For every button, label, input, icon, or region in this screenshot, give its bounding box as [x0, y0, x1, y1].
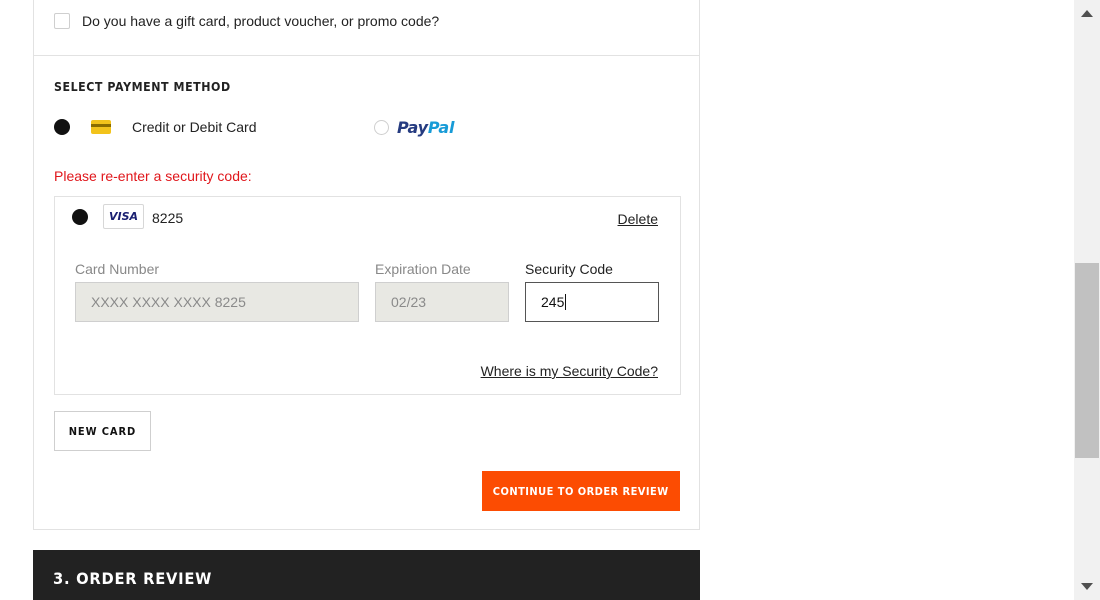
order-review-title: 3. ORDER REVIEW: [53, 569, 213, 588]
card-number-label: Card Number: [75, 261, 160, 277]
order-review-header[interactable]: 3. ORDER REVIEW: [33, 550, 700, 600]
security-code-input[interactable]: 245: [525, 282, 659, 322]
continue-button-label: CONTINUE TO ORDER REVIEW: [493, 484, 669, 498]
continue-to-order-review-button[interactable]: CONTINUE TO ORDER REVIEW: [482, 471, 680, 511]
security-code-label: Security Code: [525, 261, 613, 277]
promo-code-label: Do you have a gift card, product voucher…: [82, 13, 440, 29]
expiration-field: Expiration Date 02/23: [375, 261, 509, 322]
security-code-help-link[interactable]: Where is my Security Code?: [481, 363, 658, 379]
card-last4: 8225: [152, 210, 184, 226]
payment-method-card[interactable]: Credit or Debit Card: [54, 119, 257, 135]
security-code-error: Please re-enter a security code:: [54, 168, 252, 184]
card-number-field: Card Number XXXX XXXX XXXX 8225: [75, 261, 359, 322]
payment-panel: Do you have a gift card, product voucher…: [33, 0, 700, 530]
scroll-up-arrow-icon[interactable]: [1081, 10, 1093, 17]
security-code-field: Security Code 245: [525, 261, 659, 322]
scrollbar-thumb[interactable]: [1075, 263, 1099, 458]
credit-card-icon: [91, 120, 111, 134]
visa-logo: VISA: [103, 204, 144, 229]
promo-code-row[interactable]: Do you have a gift card, product voucher…: [54, 13, 439, 29]
payment-method-paypal[interactable]: PayPal: [374, 118, 454, 137]
scroll-down-arrow-icon[interactable]: [1081, 583, 1093, 590]
card-method-radio[interactable]: [54, 119, 70, 135]
security-code-value: 245: [541, 294, 565, 310]
delete-card-link[interactable]: Delete: [618, 211, 658, 227]
paypal-logo-part2: Pal: [427, 118, 455, 137]
expiration-label: Expiration Date: [375, 261, 471, 277]
vertical-scrollbar[interactable]: [1074, 0, 1100, 600]
paypal-logo: PayPal: [397, 118, 454, 137]
expiration-input: 02/23: [375, 282, 509, 322]
section-divider: [34, 55, 699, 56]
paypal-logo-part1: Pay: [397, 118, 428, 137]
new-card-button[interactable]: NEW CARD: [54, 411, 151, 451]
card-method-label: Credit or Debit Card: [132, 119, 257, 135]
card-number-input: XXXX XXXX XXXX 8225: [75, 282, 359, 322]
text-caret: [565, 294, 567, 310]
paypal-method-radio[interactable]: [374, 120, 389, 135]
new-card-button-label: NEW CARD: [68, 424, 137, 438]
saved-card-radio[interactable]: [72, 209, 88, 225]
promo-code-checkbox[interactable]: [54, 13, 70, 29]
payment-section-title: SELECT PAYMENT METHOD: [54, 80, 231, 94]
saved-card: VISA 8225 Delete Card Number XXXX XXXX X…: [54, 196, 681, 395]
